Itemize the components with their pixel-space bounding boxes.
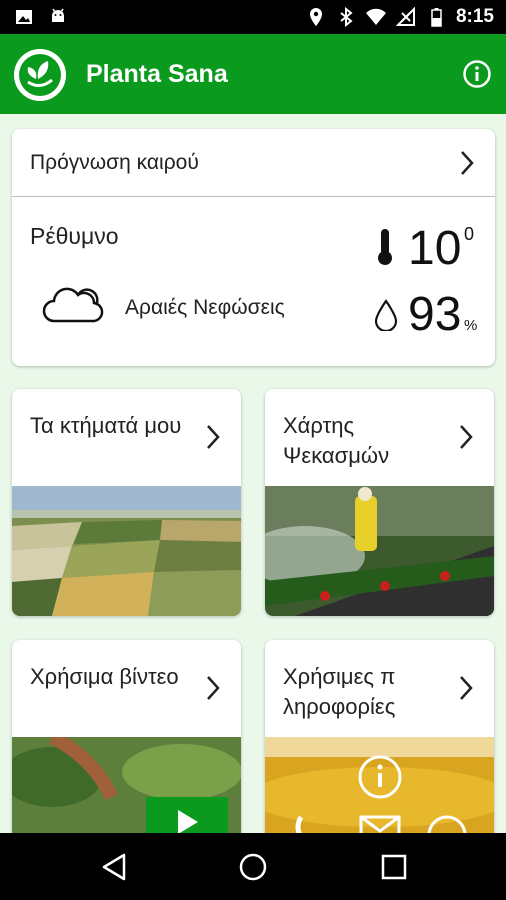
- image-notification-icon: [16, 10, 32, 24]
- bluetooth-icon: [340, 7, 353, 27]
- weather-card-title: Πρόγνωση καιρού: [30, 151, 199, 174]
- weather-city: Ρέθυμνο: [30, 223, 119, 249]
- tile-videos[interactable]: Χρήσιμα βίντεο: [12, 640, 241, 840]
- tile-my-fields[interactable]: Τα κτήματά μου: [12, 389, 241, 616]
- humidity-value: 93: [408, 288, 462, 341]
- farmland-image: [12, 486, 241, 616]
- recents-icon[interactable]: [378, 851, 410, 883]
- status-bar: 8:15: [0, 0, 506, 34]
- cloud-icon: [42, 287, 104, 323]
- chevron-right-icon: [461, 151, 474, 175]
- signal-icon: [395, 7, 415, 26]
- app-bar: Planta Sana: [0, 34, 506, 114]
- info-icon[interactable]: [462, 59, 492, 89]
- tile-label: Χρήσιμα βίντεο: [30, 664, 179, 689]
- android-notification-icon: [52, 8, 64, 22]
- app-title: Planta Sana: [86, 60, 228, 88]
- weather-card[interactable]: Πρόγνωση καιρού Ρέθυμνο 10 0 Αραιές Νεφώ…: [12, 129, 495, 366]
- temperature-unit: 0: [464, 224, 475, 244]
- humidity-unit: %: [464, 317, 478, 334]
- app-logo-icon: [14, 49, 66, 101]
- spraying-image: [265, 486, 494, 616]
- videos-image: [12, 737, 241, 840]
- wifi-icon: [365, 8, 386, 26]
- humidity-drop-icon: [374, 299, 398, 331]
- tile-label: Τα κτήματά μου: [30, 413, 182, 438]
- weather-card-header[interactable]: Πρόγνωση καιρού: [12, 129, 495, 197]
- chevron-right-icon: [207, 676, 220, 700]
- location-icon: [309, 8, 322, 26]
- chevron-right-icon: [460, 676, 473, 700]
- chevron-right-icon: [207, 425, 220, 449]
- home-icon[interactable]: [237, 851, 269, 883]
- tile-label: Χάρτης Ψεκασμών: [283, 413, 390, 468]
- tile-spraying-map[interactable]: Χάρτης Ψεκασμών: [265, 389, 494, 616]
- thermometer-icon: [378, 229, 392, 265]
- battery-icon: [431, 8, 442, 27]
- navigation-bar: [0, 833, 506, 900]
- tile-label: Χρήσιμες π ληροφορίες: [283, 664, 396, 719]
- tile-useful-info[interactable]: Χρήσιμες π ληροφορίες: [265, 640, 494, 840]
- chevron-right-icon: [460, 425, 473, 449]
- useful-info-image: [265, 737, 494, 840]
- weather-condition: Αραιές Νεφώσεις: [125, 296, 285, 319]
- back-icon[interactable]: [98, 851, 130, 883]
- clock: 8:15: [455, 6, 494, 27]
- temperature-value: 10: [408, 222, 462, 275]
